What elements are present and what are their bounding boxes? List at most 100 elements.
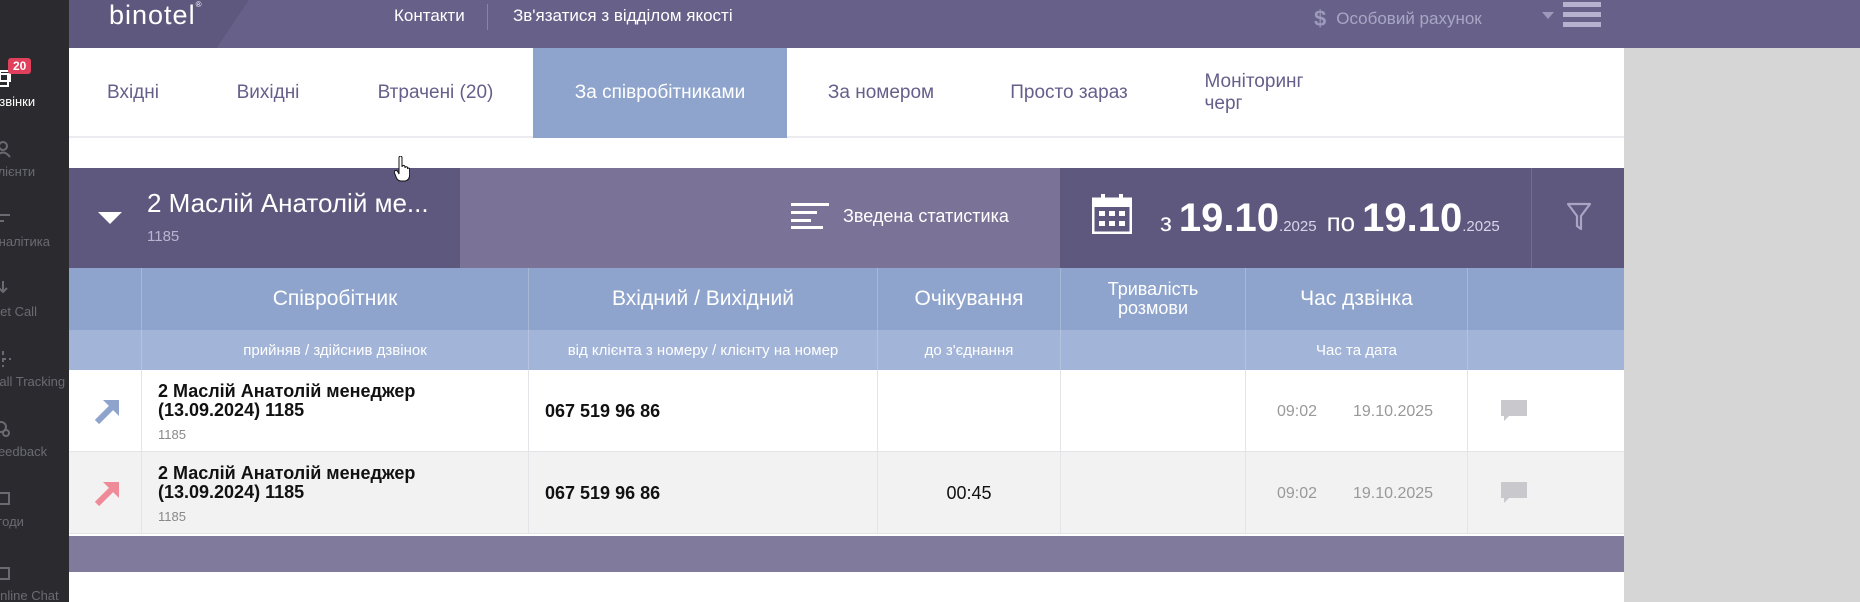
sidebar-item-label: Аналітика <box>0 234 50 249</box>
chevron-down-icon <box>98 212 122 224</box>
outgoing-call-arrow-icon <box>94 482 119 507</box>
filter-button[interactable] <box>1531 168 1624 268</box>
quality-contact-link[interactable]: Зв'язатися з відділом якості <box>513 6 733 26</box>
date-from-word: з <box>1160 207 1172 237</box>
tab-by-number[interactable]: За номером <box>787 48 975 138</box>
contacts-link[interactable]: Контакти <box>394 6 465 26</box>
sidebar-item-label: Угоди <box>0 514 24 529</box>
sidebar-item-label: Get Call <box>0 304 37 319</box>
summary-statistics-button[interactable]: Зведена статистика <box>791 203 1009 229</box>
subheader-call-time: Час та дата <box>1245 330 1467 370</box>
header-call-time: Час дзвінка <box>1245 268 1467 330</box>
subheader-direction <box>69 330 141 370</box>
employee-select[interactable]: 2 Маслій Анатолій ме... 1185 <box>69 168 460 268</box>
duration-cell <box>1060 452 1245 534</box>
employee-cell: 2 Маслій Анатолій менеджер (13.09.2024) … <box>141 370 528 452</box>
tab-label: За співробітниками <box>574 82 746 103</box>
subheader-waiting: до з'єднання <box>877 330 1060 370</box>
divider <box>487 4 488 30</box>
comment-icon[interactable] <box>1501 482 1527 504</box>
user-icon <box>0 141 11 158</box>
header-duration: Тривалість розмови <box>1060 268 1245 330</box>
incoming-call-arrow-icon <box>94 400 119 425</box>
sidebar-item-label: Клієнти <box>0 164 36 179</box>
top-bar: binotel® Контакти Зв'язатися з відділом … <box>69 0 1860 48</box>
call-date: 19.10.2025 <box>1353 403 1434 420</box>
main-panel: Вхідні Вихідні Втрачені (20) За співробі… <box>69 48 1624 602</box>
account-label: Особовий рахунок <box>1336 9 1482 28</box>
table-row[interactable]: 2 Маслій Анатолій менеджер (13.09.2024) … <box>69 452 1624 534</box>
sidebar-item-label: Call Tracking <box>0 374 66 389</box>
tab-missed[interactable]: Втрачені (20) <box>339 48 532 138</box>
employee-name: 2 Маслій Анатолій ме... <box>147 188 429 218</box>
menu-icon[interactable] <box>1563 2 1601 30</box>
dollar-icon: $ <box>1314 6 1327 31</box>
calls-table-header: Співробітник Вхідний / Вихідний Очікуван… <box>69 268 1624 370</box>
call-time: 09:02 <box>1277 485 1318 502</box>
filter-bar: 2 Маслій Анатолій ме... 1185 Зведена ста… <box>69 168 1624 268</box>
chat-icon <box>0 567 10 580</box>
call-time: 09:02 <box>1277 403 1318 420</box>
call-date: 19.10.2025 <box>1353 485 1434 502</box>
missed-calls-badge: 20 <box>8 58 32 74</box>
binotel-logo[interactable]: binotel® <box>109 0 202 31</box>
sidebar-item-get-call[interactable]: Get Call <box>0 270 69 340</box>
header-waiting: Очікування <box>877 268 1060 330</box>
phone-number-cell[interactable]: 067 519 96 86 <box>528 370 877 452</box>
tab-right-now[interactable]: Просто зараз <box>975 48 1163 138</box>
header-in-out: Вхідний / Вихідний <box>528 268 877 330</box>
get-call-icon <box>0 281 8 294</box>
account-link[interactable]: $ Особовий рахунок <box>1314 6 1482 32</box>
subheader-actions <box>1467 330 1624 370</box>
sidebar-item-label: Online Chat <box>0 588 59 602</box>
sidebar-item-clients[interactable]: Клієнти <box>0 130 69 200</box>
call-tracking-icon <box>0 351 11 367</box>
date-range-text: з 19.10 .2025 по 19.10 .2025 <box>1160 196 1510 241</box>
funnel-icon <box>1566 202 1592 231</box>
direction-cell <box>69 370 141 452</box>
tab-by-employee[interactable]: За співробітниками <box>533 48 787 138</box>
sidebar-item-call-tracking[interactable]: Call Tracking <box>0 340 69 410</box>
employee-ext: 1185 <box>158 427 186 442</box>
header-actions <box>1467 268 1624 330</box>
comment-icon[interactable] <box>1501 400 1527 422</box>
date-range-picker[interactable]: з 19.10 .2025 по 19.10 .2025 <box>1060 168 1531 268</box>
call-time-cell: 09:02 19.10.2025 <box>1245 452 1467 534</box>
tab-label-line2: черг <box>1204 93 1243 114</box>
sidebar-item-feedback[interactable]: Feedback <box>0 410 69 480</box>
tab-outgoing[interactable]: Вихідні <box>197 48 339 138</box>
actions-cell <box>1467 452 1624 534</box>
subheader-employee: прийняв / здійснив дзвінок <box>141 330 528 370</box>
header-employee: Співробітник <box>141 268 528 330</box>
tab-label-line1: Моніторинг <box>1204 71 1304 92</box>
bar-list-icon <box>791 203 829 229</box>
tab-incoming[interactable]: Вхідні <box>69 48 197 138</box>
employee-extension: 1185 <box>147 228 180 245</box>
sidebar-item-label: Дзвінки <box>0 94 36 109</box>
phone-number-cell[interactable]: 067 519 96 86 <box>528 452 877 534</box>
sidebar-item-online-chat[interactable]: Online Chat <box>0 550 69 602</box>
sidebar-item-analytics[interactable]: Аналітика <box>0 200 69 270</box>
table-footer-bar <box>69 536 1624 572</box>
table-row[interactable]: 2 Маслій Анатолій менеджер (13.09.2024) … <box>69 370 1624 452</box>
tab-label: Моніторинг черг <box>1205 71 1304 115</box>
waiting-cell <box>877 370 1060 452</box>
employee-cell: 2 Маслій Анатолій менеджер (13.09.2024) … <box>141 452 528 534</box>
subheader-in-out: від клієнта з номеру / клієнту на номер <box>528 330 877 370</box>
tab-label: Вихідні <box>236 82 300 103</box>
logo-text: binotel <box>109 0 196 30</box>
tab-label: Просто зараз <box>1010 82 1128 103</box>
summary-statistics-label: Зведена статистика <box>843 205 1009 226</box>
sidebar-item-deals[interactable]: Угоди <box>0 480 69 550</box>
tab-label: Вхідні <box>107 82 159 103</box>
employee-ext: 1185 <box>158 509 186 524</box>
calendar-icon <box>1092 194 1132 234</box>
date-to: 19.10 <box>1362 196 1463 240</box>
tab-queue-monitoring[interactable]: Моніторинг черг <box>1163 48 1345 138</box>
feedback-icon <box>0 421 10 437</box>
account-dropdown-icon[interactable] <box>1542 12 1554 19</box>
header-direction <box>69 268 141 330</box>
left-sidebar: Дзвінки 20 Клієнти Аналітика Get Call Ca… <box>0 0 69 602</box>
duration-cell <box>1060 370 1245 452</box>
date-to-year: .2025 <box>1462 218 1500 235</box>
